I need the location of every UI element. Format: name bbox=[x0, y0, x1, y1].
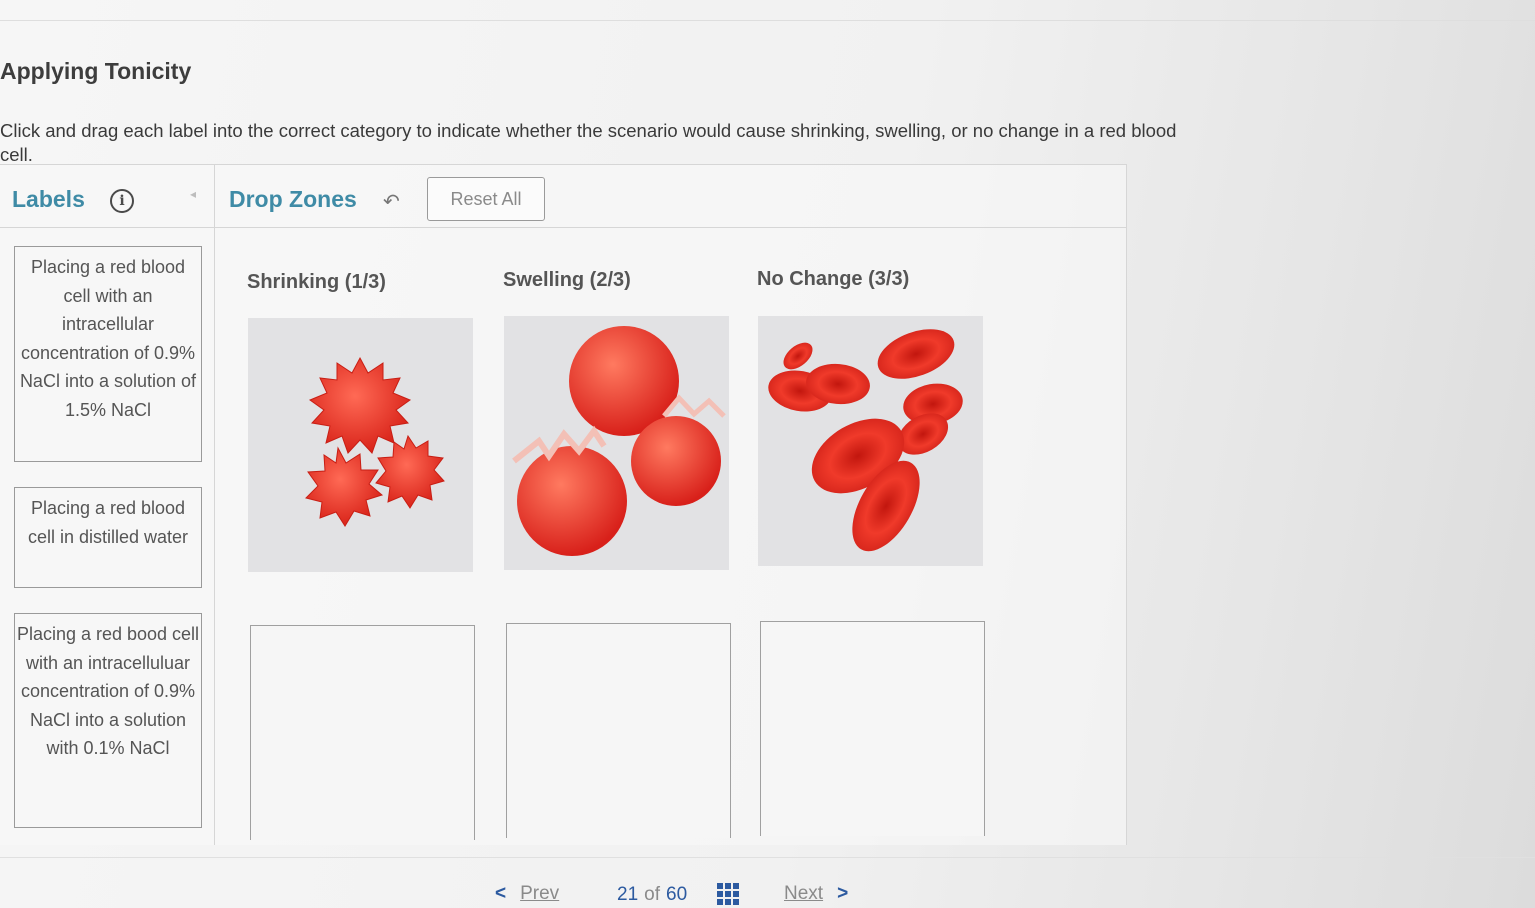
next-button[interactable]: Next > bbox=[784, 883, 848, 905]
page-title: Applying Tonicity bbox=[0, 58, 192, 84]
reset-all-button[interactable]: Reset All bbox=[427, 177, 545, 221]
total-pages: 60 bbox=[666, 884, 688, 905]
label-card-1[interactable]: Placing a red blood cell with an intrace… bbox=[14, 246, 202, 462]
current-page: 21 bbox=[617, 884, 639, 905]
instructions-text: Click and drag each label into the corre… bbox=[0, 120, 1177, 165]
drop-box-no-change[interactable] bbox=[760, 621, 985, 836]
prev-label: Prev bbox=[520, 883, 560, 904]
zone-title-shrinking: Shrinking (1/3) bbox=[247, 271, 386, 293]
labels-panel: Labels i ◂ Placing a red blood cell with… bbox=[0, 165, 215, 845]
top-divider bbox=[0, 20, 1535, 21]
zone-title-no-change: No Change (3/3) bbox=[757, 268, 910, 290]
drop-box-shrinking[interactable] bbox=[250, 625, 475, 840]
chevron-left-icon: < bbox=[495, 883, 507, 904]
chevron-right-icon: > bbox=[837, 883, 849, 904]
label-card-3[interactable]: Placing a red bood cell with an intracel… bbox=[14, 613, 202, 828]
drop-box-swelling[interactable] bbox=[506, 623, 731, 838]
drop-zones-title: Drop Zones bbox=[229, 186, 357, 212]
of-label: of bbox=[644, 884, 660, 905]
page-counter: 21 of 60 bbox=[617, 884, 687, 906]
prev-button[interactable]: < Prev bbox=[495, 883, 559, 905]
undo-icon[interactable]: ↶ bbox=[383, 189, 400, 214]
activity-area: Labels i ◂ Placing a red blood cell with… bbox=[0, 164, 1127, 845]
collapse-icon[interactable]: ◂ bbox=[190, 187, 196, 201]
label-card-2[interactable]: Placing a red blood cell in distilled wa… bbox=[14, 487, 202, 588]
grid-icon[interactable] bbox=[717, 883, 739, 905]
normal-cells-image bbox=[758, 316, 983, 566]
crenated-cells-image bbox=[248, 318, 473, 572]
footer-divider bbox=[0, 857, 1535, 858]
zone-title-swelling: Swelling (2/3) bbox=[503, 269, 631, 291]
swollen-cells-image bbox=[504, 316, 729, 570]
labels-title: Labels bbox=[12, 186, 85, 212]
info-icon[interactable]: i bbox=[110, 189, 134, 213]
next-label: Next bbox=[784, 883, 824, 904]
